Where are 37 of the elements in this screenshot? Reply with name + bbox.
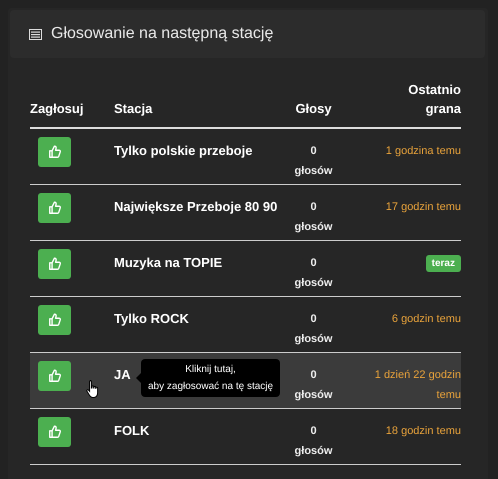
vote-count: 0 głosów bbox=[294, 144, 334, 179]
list-icon bbox=[29, 28, 42, 40]
station-name: FOLK bbox=[114, 422, 150, 440]
station-name: Największe Przeboje 80 90 bbox=[114, 198, 278, 216]
vote-count: 0 głosów bbox=[294, 200, 334, 235]
station-name: Muzyka na TOPIE bbox=[114, 254, 222, 272]
vote-count: 0 głosów bbox=[294, 424, 334, 459]
panel-title: Głosowanie na następną stację bbox=[51, 25, 274, 43]
vote-button[interactable] bbox=[38, 417, 71, 447]
last-played: 6 godzin temu bbox=[390, 312, 461, 327]
last-played: 1 godzina temu bbox=[384, 144, 461, 159]
vote-button[interactable] bbox=[38, 361, 71, 391]
last-played: 1 dzień 22 godzin temu bbox=[374, 368, 461, 403]
vote-button[interactable] bbox=[38, 249, 71, 279]
vote-count: 0 głosów bbox=[294, 256, 334, 291]
now-badge: teraz bbox=[426, 255, 461, 272]
thumbs-up-icon bbox=[48, 145, 62, 159]
thumbs-up-icon bbox=[48, 257, 62, 271]
tooltip: Kliknij tutaj, aby zagłosować na tę stację bbox=[141, 359, 280, 397]
station-name: Tylko polskie przeboje bbox=[114, 142, 252, 160]
thumbs-up-icon bbox=[48, 313, 62, 327]
vote-count: 0 głosów bbox=[294, 368, 334, 403]
last-played: 18 godzin temu bbox=[384, 424, 461, 439]
thumbs-up-icon bbox=[48, 369, 62, 383]
last-played: 17 godzin temu bbox=[384, 200, 461, 215]
vote-button[interactable] bbox=[38, 193, 71, 223]
thumbs-up-icon bbox=[48, 201, 62, 215]
column-header: Stacja bbox=[113, 100, 154, 118]
thumbs-up-icon bbox=[48, 425, 62, 439]
column-header: Ostatnio grana bbox=[407, 81, 461, 118]
vote-button[interactable] bbox=[38, 137, 71, 167]
station-name: JA bbox=[114, 366, 131, 384]
station-name: Tylko ROCK bbox=[114, 310, 189, 328]
column-header: Głosy bbox=[294, 100, 333, 118]
column-header: Zagłosuj bbox=[30, 100, 84, 118]
vote-count: 0 głosów bbox=[294, 312, 334, 347]
vote-button[interactable] bbox=[38, 305, 71, 335]
